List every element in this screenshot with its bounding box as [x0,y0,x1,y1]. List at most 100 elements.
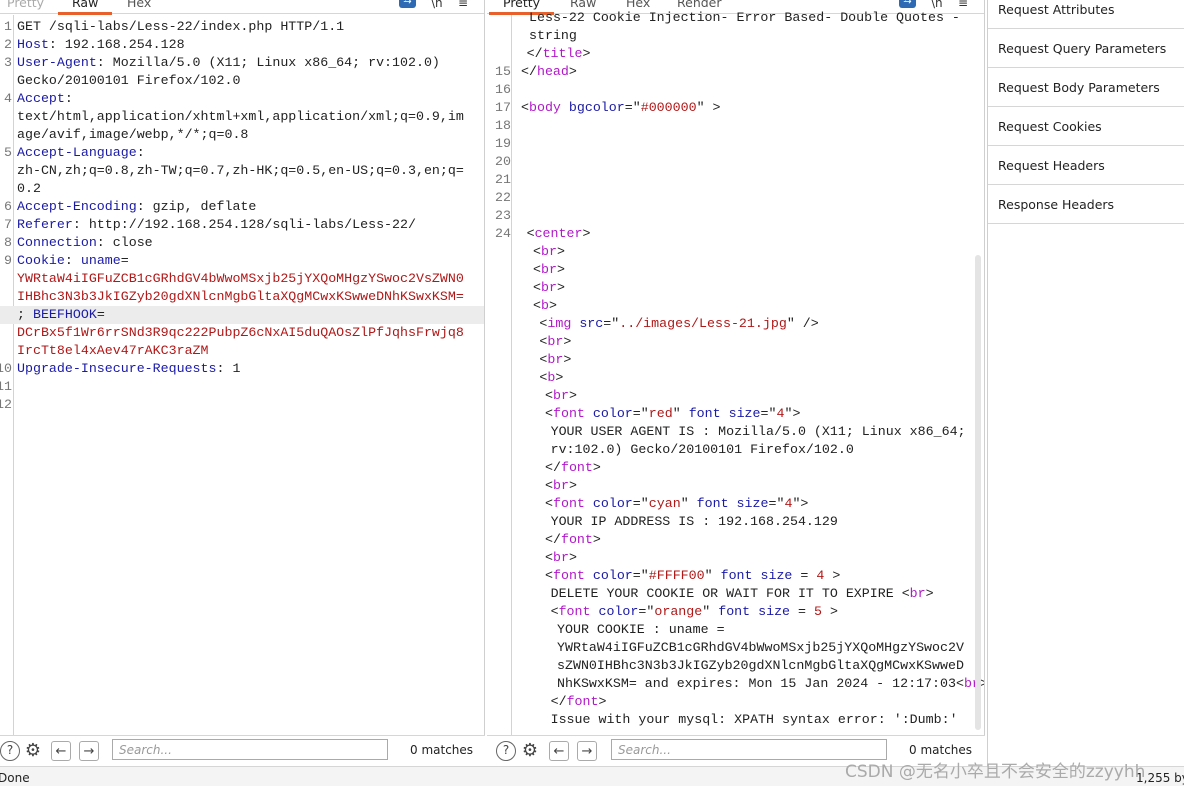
line-text: <b> [539,369,563,387]
line-text: string [529,27,577,45]
code-token: < [550,604,559,619]
forward-arrow-icon[interactable]: → [577,741,597,761]
code-line: text/html,application/xhtml+xml,applicat… [0,108,484,126]
menu-icon[interactable]: ≡ [458,0,468,10]
line-text: Cookie: uname= [17,252,129,270]
gear-icon[interactable]: ⚙ [23,741,43,761]
line-text: <font color="#FFFF00" font size = 4 > [545,567,840,585]
code-token: Accept-Encoding [17,199,137,214]
code-token: =" [632,568,649,583]
help-icon[interactable]: ? [496,741,516,761]
back-arrow-icon[interactable]: ← [51,741,71,761]
match-count: 0 matches [909,743,973,757]
line-text: <b> [533,297,557,315]
line-number: 9 [4,253,12,268]
wrap-lines-icon[interactable]: ⇆ [399,0,416,8]
code-token: #000000 [640,100,697,115]
code-token: > [568,64,577,79]
tab-pretty[interactable]: Pretty [7,0,44,10]
line-number: 3 [4,55,12,70]
code-token: : http://192.168.254.128/sqli-labs/Less-… [72,217,416,232]
code-token: > [925,586,934,601]
help-icon[interactable]: ? [0,741,20,761]
code-token: </ [545,460,561,475]
code-token: font [566,694,599,709]
code-token: DELETE YOUR COOKIE OR WAIT FOR IT TO EXP… [550,586,910,601]
code-token: : close [96,235,153,250]
line-text: YWRtaW4iIGFuZCB1cGRhdGV4bWwoMSxjb25jYXQo… [17,270,464,288]
code-line: <font color="cyan" font size="4"> [487,495,984,513]
inspector-item[interactable]: Request Body Parameters [988,68,1184,107]
wrap-lines-icon[interactable]: ⇆ [899,0,916,8]
request-editor[interactable]: 1 GET /sqli-labs/Less-22/index.php HTTP/1… [0,15,484,735]
inspector-item[interactable]: Response Headers [988,185,1184,224]
line-number: 15 [495,64,511,79]
code-token: sZWN0IHBhc3N3b3JkIGZyb20gdXNlcnMgbGltaXQ… [557,658,964,673]
code-line: 8 Connection: close [0,234,484,252]
back-arrow-icon[interactable]: ← [549,741,569,761]
code-line: 21 [487,171,984,189]
inspector-item[interactable]: Request Attributes [988,0,1184,29]
line-text: YOUR IP ADDRESS IS : 192.168.254.129 [551,513,838,531]
code-token: > [556,280,565,295]
inspector-item[interactable]: Request Query Parameters [988,29,1184,68]
code-token: : 192.168.254.128 [48,37,185,52]
code-line: YOUR COOKIE : uname = [487,621,984,639]
code-token: < [533,244,541,259]
code-line: <br> [487,279,984,297]
line-text: Accept-Encoding: gzip, deflate [17,198,256,216]
code-token: zh-CN,zh;q=0.8,zh-TW;q=0.7,zh-HK;q=0.5,e… [17,163,464,178]
code-token: head [536,64,569,79]
code-token: text/html,application/xhtml+xml,applicat… [17,109,464,124]
code-token: font [560,532,593,547]
line-text: IHBhc3N3b3JkIGZyb20gdXNlcnMgbGltaXQgMCwx… [17,288,464,306]
search-input[interactable]: Search... [112,739,388,760]
code-line: 9 Cookie: uname= [0,252,484,270]
code-token: br [552,478,569,493]
line-text: Gecko/20100101 Firefox/102.0 [17,72,240,90]
code-line: 17 <body bgcolor="#000000" > [487,99,984,117]
code-line: 6 Accept-Encoding: gzip, deflate [0,198,484,216]
inspector-item[interactable]: Request Cookies [988,107,1184,146]
forward-arrow-icon[interactable]: → [79,741,99,761]
line-number: 10 [0,361,12,376]
code-line: 23 [487,207,984,225]
code-token: > [592,460,601,475]
line-text: GET /sqli-labs/Less-22/index.php HTTP/1.… [17,18,344,36]
code-token: #FFFF00 [648,568,705,583]
code-token: > [555,370,564,385]
code-token: Referer [17,217,73,232]
response-editor[interactable]: Less-22 Cookie Injection- Error Based- D… [487,10,984,735]
code-token: rv:102.0) Gecko/20100101 Firefox/102.0 [550,442,854,457]
code-token: color [592,406,633,421]
newline-icon[interactable]: \n [431,0,443,10]
code-token: > [582,46,591,61]
inspector-item[interactable]: Request Headers [988,146,1184,185]
code-token: < [533,280,541,295]
scrollbar[interactable] [975,255,981,730]
line-text: </title> [527,45,591,63]
code-token: "> [784,406,801,421]
tab-hex[interactable]: Hex [127,0,151,10]
code-token: > [821,604,838,619]
line-number: 18 [495,118,511,133]
code-line: <br> [487,351,984,369]
line-number: 12 [0,397,12,412]
code-token: red [648,406,673,421]
line-number: 16 [495,82,511,97]
code-token: Cookie [17,253,65,268]
code-token: : gzip, deflate [136,199,257,214]
code-token: orange [654,604,703,619]
code-line: 4 Accept: [0,90,484,108]
gear-icon[interactable]: ⚙ [520,741,540,761]
code-line: </font> [487,531,984,549]
code-token: font [560,460,593,475]
tab-raw[interactable]: Raw [57,0,113,15]
line-text: IrcTt8el4xAev47rAKC3raZM [17,342,209,360]
line-text: Issue with your mysql: XPATH syntax erro… [551,711,958,729]
match-count: 0 matches [410,743,474,757]
line-text: text/html,application/xhtml+xml,applicat… [17,108,464,126]
code-token: < [526,226,535,241]
watermark: CSDN @无名小卒且不会安全的zzyyhh [845,762,1146,782]
